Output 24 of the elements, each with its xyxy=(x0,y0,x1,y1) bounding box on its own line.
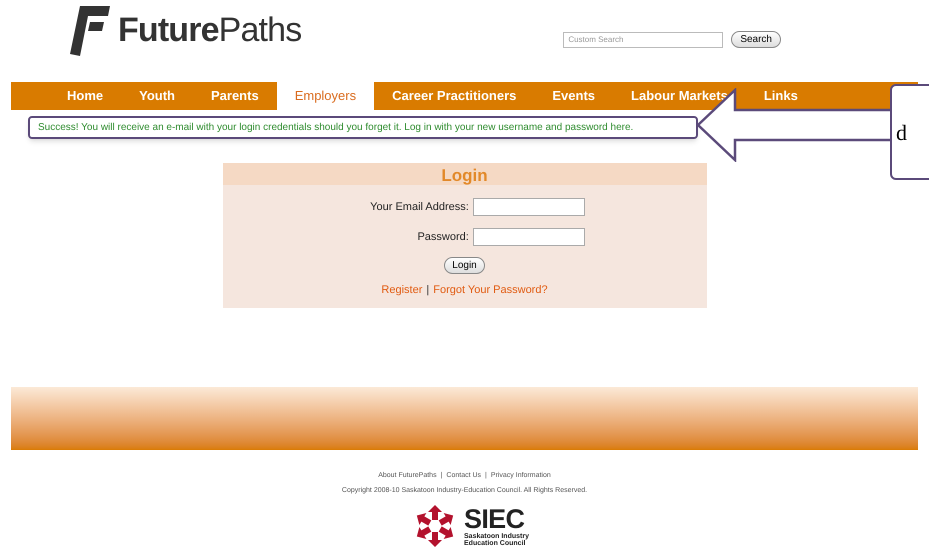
input-field[interactable] xyxy=(472,228,585,246)
nav-tab[interactable]: Links xyxy=(746,82,816,110)
nav-tab[interactable]: Home xyxy=(49,82,122,110)
login-title: Login xyxy=(222,163,706,185)
callout-label: d xyxy=(896,118,907,146)
link-separator: | xyxy=(426,283,430,298)
nav-tab[interactable]: Events xyxy=(534,82,614,110)
search-button[interactable]: Search xyxy=(731,31,781,48)
search-field[interactable]: Custom Search xyxy=(563,32,724,48)
logo-icon xyxy=(70,6,110,56)
org-logo-text: SIEC xyxy=(464,506,524,532)
field-label: Password: xyxy=(416,230,469,245)
login-link[interactable]: Forgot Your Password? xyxy=(433,282,548,298)
nav-tab[interactable]: Labour Markets xyxy=(613,82,746,110)
field-label: Your Email Address: xyxy=(370,200,469,215)
login-button[interactable]: Login xyxy=(444,257,485,274)
login-link[interactable]: Register xyxy=(381,282,422,298)
success-message: Success! You will receive an e-mail with your login credentials should you forget it. Log in with your new username and password here. xyxy=(28,116,698,139)
nav-tab[interactable]: Employers xyxy=(276,82,374,110)
nav-tab[interactable]: Youth xyxy=(121,82,193,110)
nav-tab[interactable]: Career Practitioners xyxy=(374,82,534,110)
nav-tab[interactable]: Parents xyxy=(192,82,277,110)
input-field[interactable] xyxy=(472,198,585,216)
logo-text: FuturePaths xyxy=(118,10,302,51)
